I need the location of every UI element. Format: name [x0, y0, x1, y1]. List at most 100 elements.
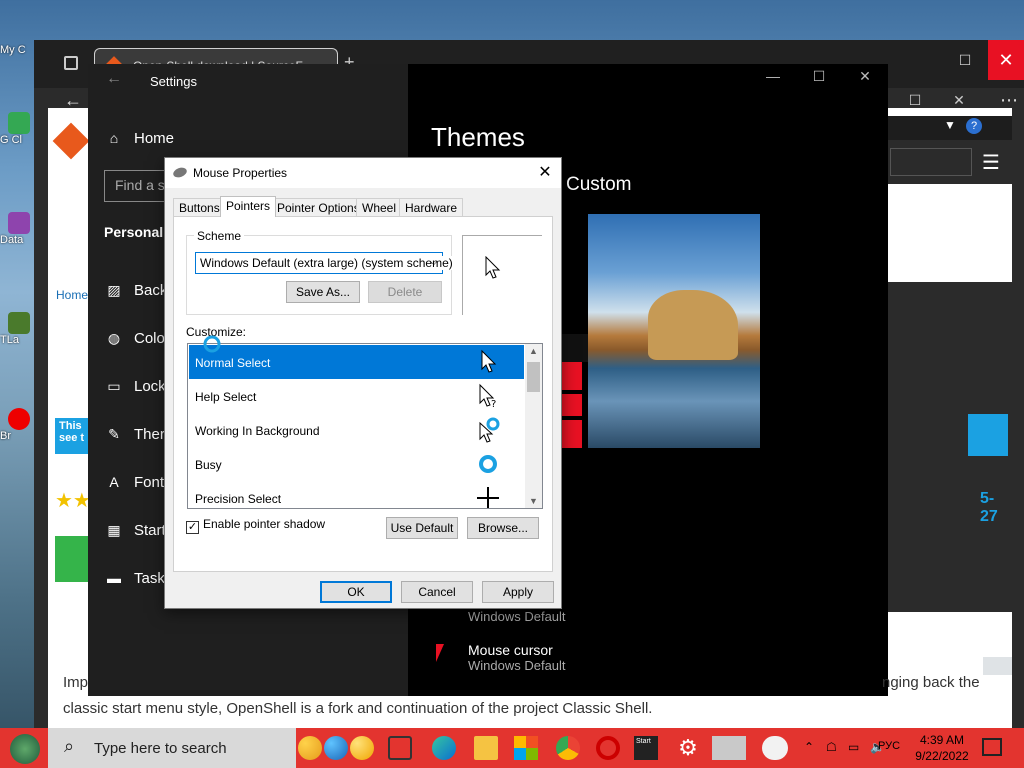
theme-sounds-row[interactable]: Windows Default: [468, 609, 566, 624]
page-white-area: [888, 184, 1012, 282]
notifications-icon[interactable]: [982, 738, 1002, 756]
openshell-start-icon[interactable]: Start: [634, 736, 658, 760]
font-icon: A: [109, 474, 119, 490]
enable-pointer-shadow-checkbox[interactable]: ✓ Enable pointer shadow: [186, 517, 325, 534]
download-app-icon[interactable]: [55, 536, 91, 582]
file-explorer-icon[interactable]: [474, 736, 498, 760]
pointer-row-precision-select[interactable]: Precision Select: [189, 481, 524, 508]
clock[interactable]: 4:39 AM 9/22/2022: [912, 732, 972, 764]
pointer-name: Busy: [195, 458, 222, 472]
hamburger-menu-icon[interactable]: ☰: [982, 150, 1000, 175]
scrollbar-thumb[interactable]: [527, 362, 540, 392]
tab-pointer-options[interactable]: Pointer Options: [271, 198, 366, 216]
network-icon[interactable]: ▭: [848, 740, 859, 754]
busy-spinner-icon: [203, 335, 221, 353]
rating-stars: ★★: [55, 490, 91, 512]
ok-button[interactable]: OK: [320, 581, 392, 603]
save-as-button[interactable]: Save As...: [286, 281, 360, 303]
pointer-row-busy[interactable]: Busy: [189, 447, 524, 481]
delete-button[interactable]: Delete: [368, 281, 442, 303]
tab-hardware[interactable]: Hardware: [399, 198, 464, 216]
edge-icon[interactable]: [432, 736, 456, 760]
pointer-name: Working In Background: [195, 424, 320, 438]
help-icon[interactable]: ?: [966, 118, 982, 134]
settings-close-button[interactable]: ✕: [842, 68, 888, 85]
opera-icon: [8, 408, 30, 430]
svg-text:?: ?: [491, 399, 496, 409]
pointer-list-scrollbar[interactable]: ▲ ▼: [525, 344, 542, 508]
desktop-icon-tlauncher[interactable]: TLa: [0, 312, 36, 346]
language-indicator[interactable]: РУС: [878, 740, 900, 752]
taskbar-search[interactable]: ⌕ Type here to search: [48, 728, 296, 768]
tab-buttons[interactable]: Buttons: [173, 198, 226, 216]
nav-label: Colo: [134, 330, 165, 347]
weather-cloud-icon[interactable]: [762, 736, 788, 760]
pointer-preview: [462, 235, 542, 315]
gear-icon[interactable]: ⚙: [676, 736, 700, 760]
chevron-down-icon[interactable]: ▼: [944, 118, 956, 132]
taskbar-search-placeholder: Type here to search: [94, 740, 227, 757]
view-toggle[interactable]: [983, 657, 1012, 675]
globe-icon[interactable]: [324, 736, 348, 760]
tab-actions-icon[interactable]: [64, 56, 78, 70]
chrome-icon[interactable]: [556, 736, 580, 760]
tab-wheel[interactable]: Wheel: [356, 198, 403, 216]
desktop-icon-chrome[interactable]: G Cl: [0, 112, 36, 146]
desktop-icon-label: G Cl: [0, 134, 22, 146]
settings-home[interactable]: ⌂ Home: [104, 130, 174, 147]
desktop-icon-opera[interactable]: Br: [0, 408, 36, 442]
settings-nav-background[interactable]: ▨ Back: [104, 282, 167, 299]
search-icon: ⌕: [64, 736, 75, 756]
browser-close-button[interactable]: ✕: [988, 40, 1024, 80]
pointer-row-working-background[interactable]: Working In Background: [189, 413, 524, 447]
use-default-button[interactable]: Use Default: [386, 517, 458, 539]
nav-label: Ther: [134, 426, 165, 443]
sun-icon[interactable]: [350, 736, 374, 760]
cancel-button[interactable]: Cancel: [401, 581, 473, 603]
settings-nav-start[interactable]: ▦ Start: [104, 522, 165, 539]
opera-icon[interactable]: [596, 736, 620, 760]
pointer-name: Precision Select: [195, 492, 282, 506]
desktop-icon-my-computer[interactable]: My C: [0, 44, 36, 56]
mouse-cursor-subtitle: Windows Default: [468, 658, 566, 673]
pointer-name: Normal Select: [195, 356, 271, 370]
desktop-icon-data[interactable]: Data: [0, 212, 36, 246]
start-button[interactable]: [10, 734, 40, 764]
download-button[interactable]: [968, 414, 1008, 456]
home-icon: ⌂: [109, 130, 119, 146]
news-icon[interactable]: [298, 736, 322, 760]
page-search-input[interactable]: [890, 148, 972, 176]
apply-button[interactable]: Apply: [482, 581, 554, 603]
mouse-icon: [171, 165, 189, 180]
browser-maximize-button[interactable]: ☐: [942, 40, 988, 80]
store-icon[interactable]: [514, 736, 538, 760]
tab-pointers[interactable]: Pointers: [220, 196, 277, 217]
settings-maximize-button[interactable]: ☐: [796, 68, 842, 85]
people-icon[interactable]: ☖: [826, 740, 837, 754]
nav-label: Back: [134, 282, 168, 299]
pointer-name: Help Select: [195, 390, 257, 404]
dialog-close-button[interactable]: ✕: [535, 162, 555, 182]
mouse-cursor-row[interactable]: Mouse cursor Windows Default: [468, 642, 566, 673]
scheme-dropdown[interactable]: Windows Default (extra large) (system sc…: [195, 252, 453, 274]
settings-nav-taskbar[interactable]: ▬ Task: [104, 570, 165, 587]
mouse-properties-taskbar-icon[interactable]: [712, 736, 746, 760]
browse-button[interactable]: Browse...: [467, 517, 539, 539]
pointer-row-normal-select[interactable]: Normal Select: [189, 345, 524, 379]
task-view-icon[interactable]: [388, 736, 412, 760]
tray-chevron-up-icon[interactable]: ⌃: [804, 740, 814, 754]
breadcrumb[interactable]: Home: [56, 288, 88, 302]
desktop-icon-label: Data: [0, 234, 24, 246]
scheme-group: [186, 235, 452, 315]
settings-nav-fonts[interactable]: A Font: [104, 474, 164, 491]
scroll-down-icon[interactable]: ▼: [525, 496, 542, 506]
pointer-list[interactable]: Normal Select Help Select ? Working In B…: [187, 343, 543, 509]
scroll-up-icon[interactable]: ▲: [525, 346, 542, 356]
settings-nav-lock-screen[interactable]: ▭ Lock: [104, 378, 165, 395]
settings-nav-colors[interactable]: ◍ Colo: [104, 330, 165, 347]
pointer-row-help-select[interactable]: Help Select ?: [189, 379, 524, 413]
taskbar: ⌕ Type here to search Start ⚙ ⌃ ☖ ▭ 🔈 РУ…: [0, 728, 1024, 768]
settings-back-icon[interactable]: ←: [106, 70, 122, 88]
settings-nav-themes[interactable]: ✎ Ther: [104, 426, 165, 443]
settings-minimize-button[interactable]: —: [750, 68, 796, 84]
